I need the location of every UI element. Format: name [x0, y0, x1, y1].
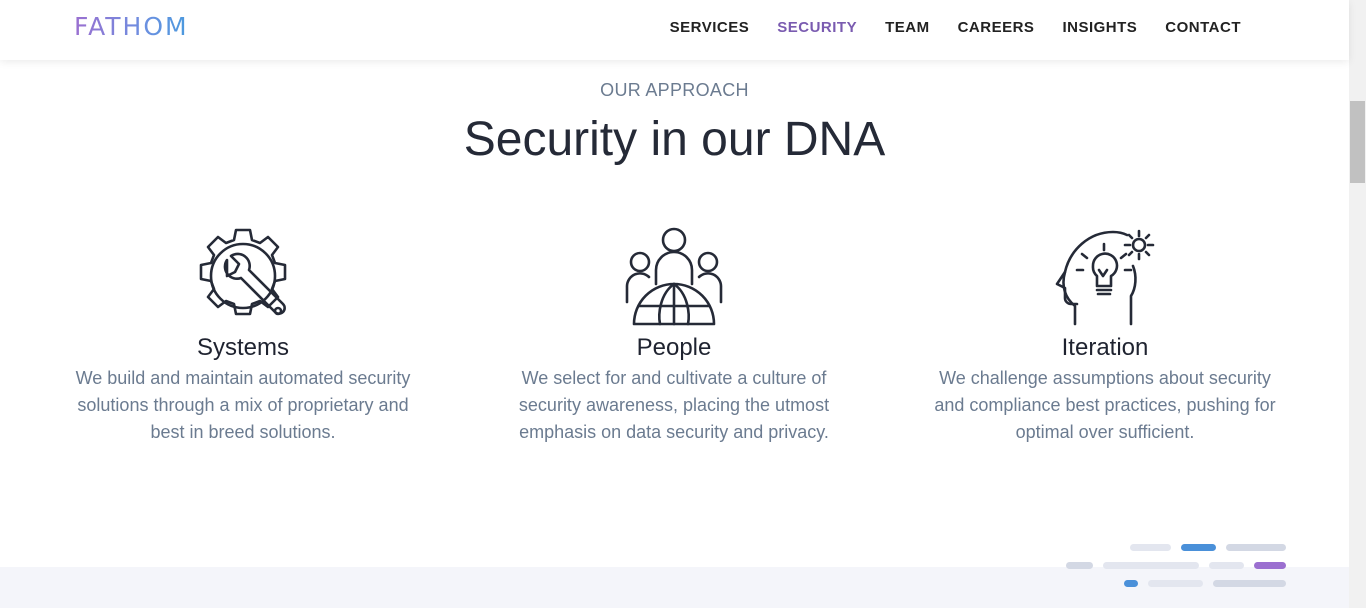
nav-item-contact[interactable]: CONTACT — [1165, 18, 1241, 38]
feature-title: People — [636, 334, 712, 361]
nav-item-services[interactable]: SERVICES — [670, 18, 750, 38]
feature-people: People We select for and cultivate a cul… — [494, 226, 854, 446]
feature-description: We select for and cultivate a culture of… — [518, 368, 830, 442]
main-nav: SERVICES SECURITY TEAM CAREERS INSIGHTS … — [642, 18, 1241, 38]
feature-title: Iteration — [1061, 334, 1149, 361]
head-lightbulb-gear-icon — [925, 226, 1285, 328]
section-eyebrow: OUR APPROACH — [600, 80, 749, 100]
feature-systems: Systems We build and maintain automated … — [63, 226, 423, 446]
feature-title: Systems — [196, 334, 289, 361]
scrollbar-thumb[interactable] — [1350, 101, 1365, 183]
nav-item-team[interactable]: TEAM — [885, 18, 930, 38]
feature-description: We challenge assumptions about security … — [934, 368, 1276, 442]
nav-item-insights[interactable]: INSIGHTS — [1062, 18, 1137, 38]
gear-wrench-icon — [63, 226, 423, 328]
people-globe-icon — [494, 226, 854, 328]
section-title: Security in our DNA — [463, 113, 886, 166]
feature-description: We build and maintain automated security… — [75, 368, 411, 442]
logo[interactable]: FATHOM — [74, 12, 189, 42]
nav-item-security[interactable]: SECURITY — [777, 18, 857, 38]
top-navbar: FATHOM SERVICES SECURITY TEAM CAREERS IN… — [0, 0, 1349, 60]
page-scrollbar[interactable] — [1349, 0, 1366, 608]
feature-iteration: Iteration We challenge assumptions about… — [925, 226, 1285, 446]
next-section-band — [0, 567, 1349, 608]
nav-item-careers[interactable]: CAREERS — [958, 18, 1035, 38]
